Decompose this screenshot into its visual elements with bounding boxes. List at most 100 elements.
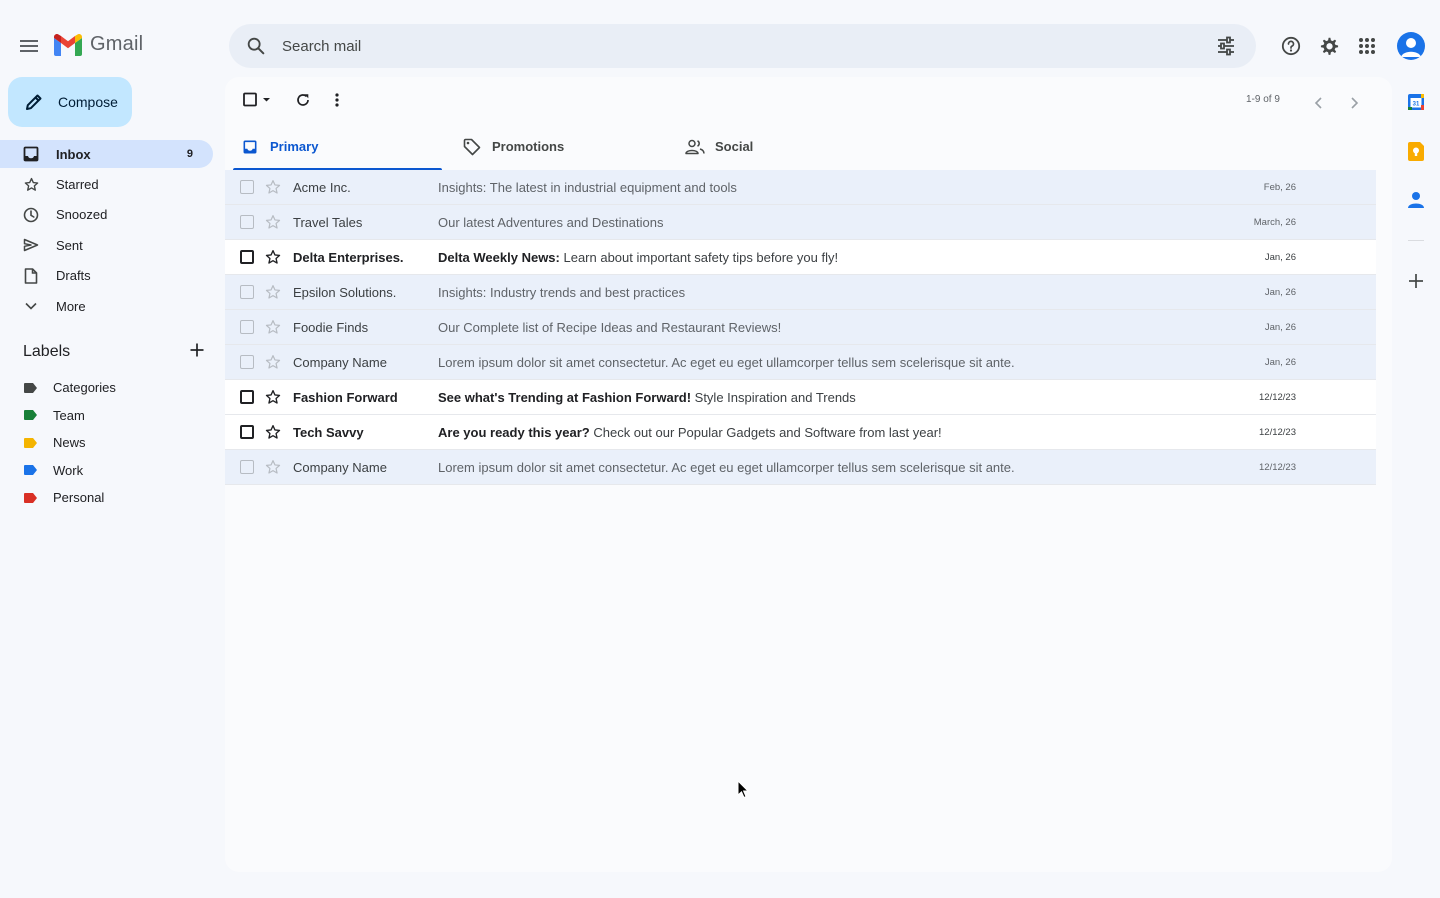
email-preview: Our Complete list of Recipe Ideas and Re… [438,320,1238,335]
side-panel-divider [1408,240,1424,241]
sidebar-item-inbox[interactable]: Inbox 9 [0,140,213,168]
sidebar-item-label: Sent [56,237,83,253]
star-icon[interactable] [265,459,281,475]
search-input[interactable] [282,24,1182,68]
contacts-icon[interactable] [1406,190,1426,210]
compose-button[interactable]: Compose [8,77,132,127]
sidebar-item-drafts[interactable]: Drafts [0,261,213,292]
row-checkbox[interactable] [240,355,254,369]
star-icon[interactable] [265,319,281,335]
sidebar-item-label: More [56,298,86,314]
sidebar-item-label: Drafts [56,268,91,284]
email-preview: Our latest Adventures and Destinations [438,215,1238,230]
refresh-icon[interactable] [295,91,311,109]
email-sender: Acme Inc. [293,179,351,195]
email-date: Feb, 26 [1263,181,1296,193]
star-icon[interactable] [265,389,281,405]
tab-promotions[interactable]: Promotions [455,123,664,170]
sidebar-item-starred[interactable]: Starred [0,169,213,200]
row-checkbox[interactable] [240,460,254,474]
people-icon [685,137,705,157]
sidebar-nav: Inbox 9 Starred Snoozed Sent Drafts More [0,140,213,322]
row-checkbox[interactable] [240,180,254,194]
keep-notes-icon[interactable] [1406,141,1426,161]
inbox-icon [22,145,40,163]
email-subject: Are you ready this year? [438,424,590,440]
sidebar-item-snoozed[interactable]: Snoozed [0,200,213,231]
email-date: 12/12/23 [1259,426,1296,438]
email-preview: Lorem ipsum dolor sit amet consectetur. … [438,460,1238,475]
row-checkbox[interactable] [240,425,254,439]
settings-gear-icon[interactable] [1317,34,1341,58]
pagination-range: 1-9 of 9 [1246,94,1280,105]
email-sender: Company Name [293,459,387,475]
mail-list-panel: 1-9 of 9 Primary Promotions Social Acme … [225,77,1392,872]
more-options-icon[interactable] [335,91,339,109]
sidebar-item-more[interactable]: More [0,291,213,322]
search-icon[interactable] [245,35,267,62]
label-tag-icon [24,382,37,393]
star-icon[interactable] [265,424,281,440]
tab-social[interactable]: Social [678,123,887,170]
row-checkbox[interactable] [240,215,254,229]
row-checkbox[interactable] [240,390,254,404]
email-snippet: Our latest Adventures and Destinations [438,214,664,230]
compose-label: Compose [58,94,118,110]
row-checkbox[interactable] [240,250,254,264]
email-row[interactable]: Company Name Lorem ipsum dolor sit amet … [225,450,1376,485]
apps-grid-icon[interactable] [1355,34,1379,58]
email-snippet: Lorem ipsum dolor sit amet consectetur. … [438,354,1015,370]
search-bar[interactable] [229,24,1256,68]
main-menu-icon[interactable] [16,34,42,58]
label-item-news[interactable]: News [0,429,213,457]
select-all-checkbox[interactable] [243,91,273,109]
add-label-icon[interactable] [189,342,205,363]
calendar-icon[interactable]: 31 [1406,92,1426,112]
search-options-icon[interactable] [1216,36,1236,61]
add-addon-icon[interactable] [1406,271,1426,291]
email-row[interactable]: Foodie Finds Our Complete list of Recipe… [225,310,1376,345]
pencil-icon [26,94,42,110]
email-row[interactable]: Tech Savvy Are you ready this year? Chec… [225,415,1376,450]
app-name: Gmail [90,33,144,55]
sidebar-item-sent[interactable]: Sent [0,230,213,261]
category-tabs: Primary Promotions Social [233,123,1376,170]
star-icon[interactable] [265,354,281,370]
row-checkbox[interactable] [240,320,254,334]
star-icon[interactable] [265,249,281,265]
email-row[interactable]: Company Name Lorem ipsum dolor sit amet … [225,345,1376,380]
label-item-work[interactable]: Work [0,457,213,485]
star-icon[interactable] [265,214,281,230]
sidebar-item-label: Starred [56,176,99,192]
label-item-team[interactable]: Team [0,402,213,430]
previous-page-icon[interactable] [1314,94,1324,112]
tab-primary[interactable]: Primary [233,123,442,170]
email-preview: Insights: Industry trends and best pract… [438,285,1238,300]
email-row[interactable]: Travel Tales Our latest Adventures and D… [225,205,1376,240]
label-tag-icon [24,410,37,421]
label-item-categories[interactable]: Categories [0,374,213,402]
gmail-logo[interactable]: Gmail [54,33,143,56]
email-row[interactable]: Epsilon Solutions. Insights: Industry tr… [225,275,1376,310]
email-row[interactable]: Fashion Forward See what's Trending at F… [225,380,1376,415]
email-row[interactable]: Acme Inc. Insights: The latest in indust… [225,170,1376,205]
star-icon[interactable] [265,179,281,195]
email-sender: Foodie Finds [293,319,369,335]
sidebar-item-label: Snoozed [56,207,108,223]
label-tag-icon [24,465,37,476]
email-sender: Travel Tales [293,214,363,230]
email-snippet: Style Inspiration and Trends [691,389,856,405]
email-row[interactable]: Delta Enterprises. Delta Weekly News: Le… [225,240,1376,275]
person-icon [1401,38,1421,57]
account-avatar[interactable] [1397,32,1425,60]
labels-title: Labels [23,343,71,360]
label-name: News [53,435,86,451]
inbox-icon [240,137,260,157]
label-name: Personal [53,490,105,506]
star-icon[interactable] [265,284,281,300]
help-icon[interactable] [1279,34,1303,58]
label-name: Categories [53,380,116,396]
row-checkbox[interactable] [240,285,254,299]
next-page-icon[interactable] [1349,94,1359,112]
label-item-personal[interactable]: Personal [0,484,213,512]
